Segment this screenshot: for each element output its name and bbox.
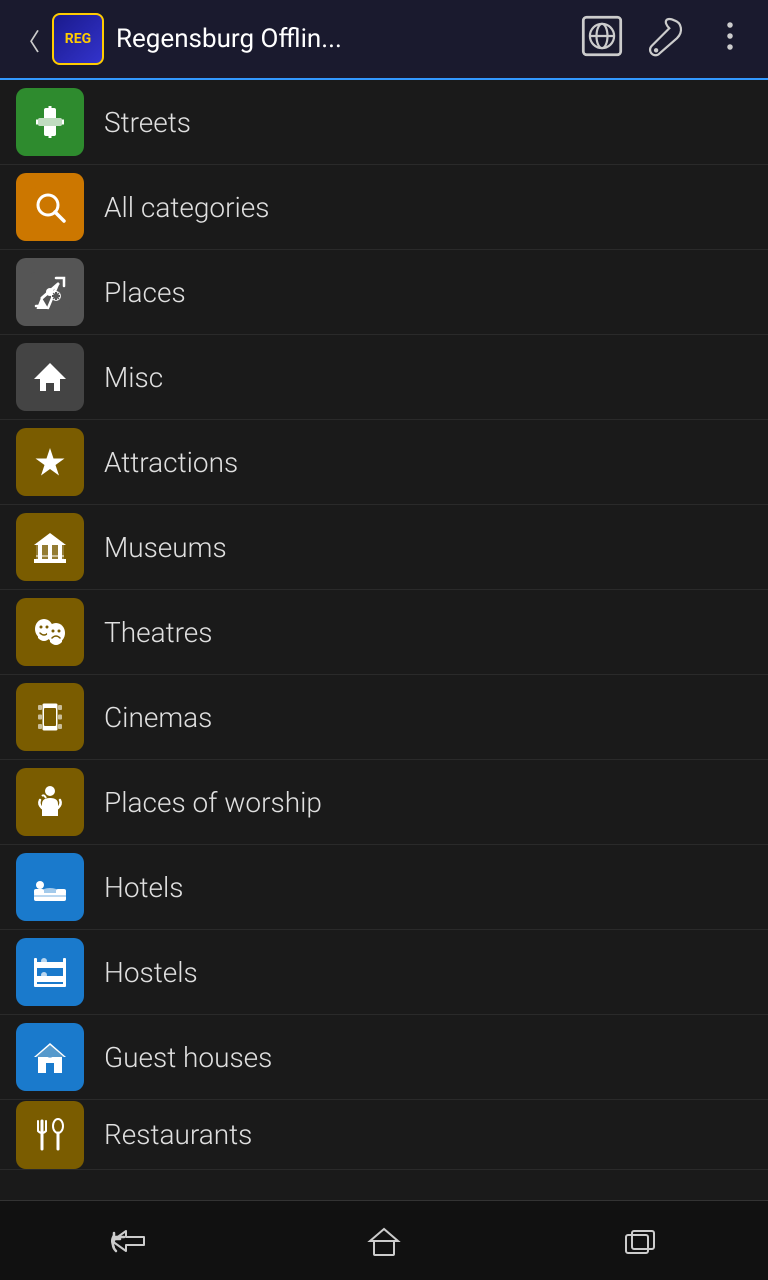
- theatres-icon: [16, 598, 84, 666]
- list-item-misc[interactable]: Misc: [0, 335, 768, 420]
- header: 〈 REG Regensburg Offlin...: [0, 0, 768, 80]
- guesthouse-label: Guest houses: [104, 1041, 272, 1074]
- bottom-navigation: [0, 1200, 768, 1280]
- attractions-icon: [16, 428, 84, 496]
- list-item-attractions[interactable]: Attractions: [0, 420, 768, 505]
- hostels-icon: [16, 938, 84, 1006]
- streets-icon: [16, 88, 84, 156]
- all-categories-icon: [16, 173, 84, 241]
- streets-label: Streets: [104, 106, 191, 139]
- list-item-hotels[interactable]: Hotels: [0, 845, 768, 930]
- all-categories-label: All categories: [104, 191, 269, 224]
- list-item-all-categories[interactable]: All categories: [0, 165, 768, 250]
- globe-icon[interactable]: [580, 14, 624, 65]
- header-title: Regensburg Offlin...: [116, 24, 568, 54]
- guesthouse-icon: [16, 1023, 84, 1091]
- list-item-guest-houses[interactable]: Guest houses: [0, 1015, 768, 1100]
- header-actions: [580, 14, 752, 65]
- list-item-places-of-worship[interactable]: Places of worship: [0, 760, 768, 845]
- list-item-theatres[interactable]: Theatres: [0, 590, 768, 675]
- misc-icon: [16, 343, 84, 411]
- worship-icon: [16, 768, 84, 836]
- cinemas-icon: [16, 683, 84, 751]
- hostels-label: Hostels: [104, 956, 198, 989]
- misc-label: Misc: [104, 361, 163, 394]
- more-options-icon[interactable]: [708, 14, 752, 65]
- list-item-museums[interactable]: Museums: [0, 505, 768, 590]
- places-icon: [16, 258, 84, 326]
- cinemas-label: Cinemas: [104, 701, 212, 734]
- museums-label: Museums: [104, 531, 227, 564]
- list-item-restaurants[interactable]: Restaurants: [0, 1100, 768, 1170]
- museums-icon: [16, 513, 84, 581]
- hotels-icon: [16, 853, 84, 921]
- wrench-icon[interactable]: [644, 14, 688, 65]
- list-item-places[interactable]: Places: [0, 250, 768, 335]
- list-item-hostels[interactable]: Hostels: [0, 930, 768, 1015]
- places-label: Places: [104, 276, 186, 309]
- header-back-button[interactable]: 〈: [16, 22, 40, 57]
- attractions-label: Attractions: [104, 446, 238, 479]
- recents-button[interactable]: [600, 1216, 680, 1266]
- app-logo: REG: [52, 13, 104, 65]
- back-button[interactable]: [88, 1216, 168, 1266]
- home-button[interactable]: [344, 1216, 424, 1266]
- restaurants-icon: [16, 1101, 84, 1169]
- list-item-cinemas[interactable]: Cinemas: [0, 675, 768, 760]
- restaurants-label: Restaurants: [104, 1118, 252, 1151]
- hotels-label: Hotels: [104, 871, 184, 904]
- category-list: Streets All categories: [0, 80, 768, 1200]
- theatres-label: Theatres: [104, 616, 212, 649]
- worship-label: Places of worship: [104, 786, 322, 819]
- list-item-streets[interactable]: Streets: [0, 80, 768, 165]
